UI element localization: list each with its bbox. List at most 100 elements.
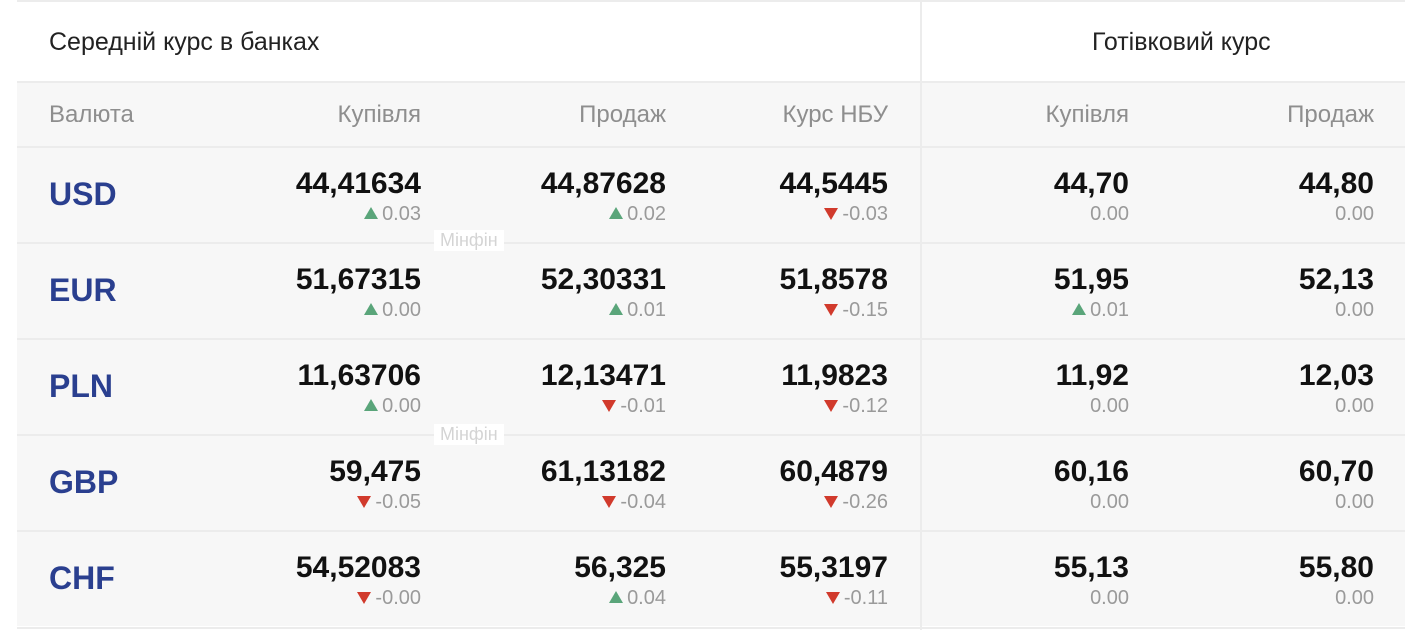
rate-change: -0.05 <box>329 489 421 515</box>
row-bg-pln <box>17 340 1405 434</box>
rate-change-value: 0.00 <box>1090 395 1129 417</box>
col-header-cash-buy[interactable]: Купівля <box>1045 101 1129 129</box>
currency-link-chf[interactable]: CHF <box>49 560 115 597</box>
rate-value: 55,13 <box>1053 551 1129 584</box>
rate-value: 55,80 <box>1298 551 1374 584</box>
rate-value: 52,13 <box>1298 263 1374 296</box>
rate-value: 56,325 <box>574 551 666 584</box>
rate-value: 52,30331 <box>540 263 666 296</box>
rate-change: -0.00 <box>296 585 421 611</box>
arrow-up-icon <box>609 207 624 219</box>
rate-change: 0.03 <box>296 201 421 227</box>
watermark: Мінфін <box>434 230 504 251</box>
rate-value: 54,52083 <box>295 551 421 584</box>
arrow-up-icon <box>609 303 624 315</box>
currency-link-usd[interactable]: USD <box>49 176 117 213</box>
rate-cell-nbu: 60,4879 -0.26 <box>780 455 888 515</box>
rate-change: 0.00 <box>1299 585 1374 611</box>
rate-change: 0.00 <box>1056 393 1129 419</box>
rate-value: 44,87628 <box>540 167 666 200</box>
rate-change-value: 0.01 <box>1090 299 1129 321</box>
rate-cell-nbu: 51,8578 -0.15 <box>780 263 888 323</box>
arrow-down-icon <box>824 208 839 220</box>
rate-cell-sell: 52,30331 0.01 <box>541 263 666 323</box>
rate-value: 11,63706 <box>297 359 421 392</box>
rate-value: 12,03 <box>1298 359 1374 392</box>
rate-cell-cash-buy: 60,16 0.00 <box>1054 455 1129 515</box>
rate-cell-cash-sell: 55,80 0.00 <box>1299 551 1374 611</box>
divider <box>17 146 1405 148</box>
rate-change-value: 0.00 <box>1335 587 1374 609</box>
rate-change-value: 0.02 <box>627 203 666 225</box>
divider <box>17 434 1405 436</box>
rate-cell-cash-sell: 44,80 0.00 <box>1299 167 1374 227</box>
rate-change-value: 0.04 <box>627 587 666 609</box>
arrow-up-icon <box>1072 303 1087 315</box>
rate-cell-sell: 61,13182 -0.04 <box>541 455 666 515</box>
currency-link-gbp[interactable]: GBP <box>49 464 118 501</box>
col-header-sell[interactable]: Продаж <box>579 101 666 129</box>
rate-change-value: -0.26 <box>842 491 888 513</box>
rate-value: 44,80 <box>1298 167 1374 200</box>
rate-cell-buy: 44,41634 0.03 <box>296 167 421 227</box>
rate-change-value: 0.00 <box>1335 395 1374 417</box>
rate-change-value: 0.00 <box>382 395 421 417</box>
rate-cell-cash-sell: 52,13 0.00 <box>1299 263 1374 323</box>
rate-cell-nbu: 11,9823 -0.12 <box>781 359 888 419</box>
rate-cell-cash-sell: 12,03 0.00 <box>1299 359 1374 419</box>
col-header-currency[interactable]: Валюта <box>49 101 134 129</box>
rate-change: 0.00 <box>1054 585 1129 611</box>
rate-change-value: 0.00 <box>1090 203 1129 225</box>
rate-change: -0.03 <box>780 201 888 227</box>
rate-change: 0.00 <box>1299 297 1374 323</box>
rate-change: 0.01 <box>1054 297 1129 323</box>
rate-cell-buy: 51,67315 0.00 <box>296 263 421 323</box>
rate-change-value: 0.00 <box>1335 491 1374 513</box>
rate-value: 59,475 <box>329 455 421 488</box>
divider <box>17 627 1405 629</box>
arrow-down-icon <box>824 496 839 508</box>
rate-cell-buy: 11,63706 0.00 <box>298 359 421 419</box>
rate-value: 44,41634 <box>295 167 421 200</box>
col-header-nbu[interactable]: Курс НБУ <box>782 101 888 129</box>
group-divider <box>920 0 922 630</box>
rate-change: 0.00 <box>1054 489 1129 515</box>
row-bg-chf <box>17 532 1405 626</box>
arrow-down-icon <box>357 592 372 604</box>
arrow-up-icon <box>364 207 379 219</box>
rate-change: 0.02 <box>541 201 666 227</box>
row-bg-eur <box>17 244 1405 338</box>
banks-group-title: Середній курс в банках <box>49 28 320 56</box>
rate-change: 0.00 <box>1299 489 1374 515</box>
arrow-down-icon <box>824 304 839 316</box>
rate-change-value: 0.00 <box>1335 299 1374 321</box>
rate-value: 51,67315 <box>295 263 421 296</box>
rate-cell-sell: 44,87628 0.02 <box>541 167 666 227</box>
cash-group-title: Готівковий курс <box>1092 28 1271 56</box>
rate-change-value: -0.05 <box>375 491 421 513</box>
rate-value: 12,13471 <box>540 359 666 392</box>
col-header-buy[interactable]: Купівля <box>337 101 421 129</box>
rate-change: -0.11 <box>780 585 888 611</box>
divider <box>17 338 1405 340</box>
rate-change-value: 0.00 <box>1335 203 1374 225</box>
rate-value: 61,13182 <box>540 455 666 488</box>
rate-change-value: -0.11 <box>843 587 888 609</box>
rate-change: 0.00 <box>296 297 421 323</box>
rate-change: -0.04 <box>541 489 666 515</box>
currency-link-eur[interactable]: EUR <box>49 272 117 309</box>
rate-cell-cash-sell: 60,70 0.00 <box>1299 455 1374 515</box>
rate-change: -0.15 <box>780 297 888 323</box>
arrow-down-icon <box>824 400 839 412</box>
watermark: Мінфін <box>434 424 504 445</box>
rate-cell-sell: 56,325 0.04 <box>574 551 666 611</box>
currency-link-pln[interactable]: PLN <box>49 368 113 405</box>
column-header-row <box>17 82 1405 146</box>
rate-change: 0.00 <box>298 393 421 419</box>
exchange-rate-table: Середній курс в банках Готівковий курс В… <box>17 0 1405 630</box>
rate-cell-cash-buy: 55,13 0.00 <box>1054 551 1129 611</box>
col-header-cash-sell[interactable]: Продаж <box>1287 101 1374 129</box>
rate-cell-cash-buy: 44,70 0.00 <box>1054 167 1129 227</box>
rate-cell-buy: 54,52083 -0.00 <box>296 551 421 611</box>
rate-cell-buy: 59,475 -0.05 <box>329 455 421 515</box>
